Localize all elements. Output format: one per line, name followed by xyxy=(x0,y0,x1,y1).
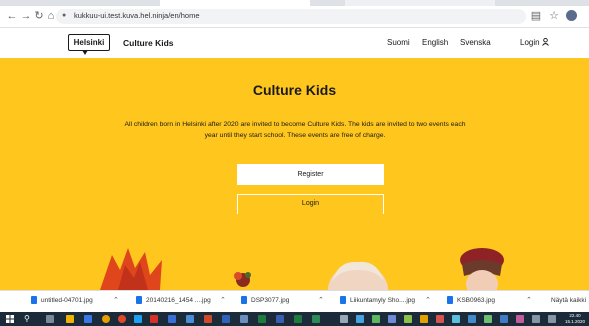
taskbar-clock[interactable]: 22.40 15.1.2020 xyxy=(565,313,585,324)
app-icon[interactable] xyxy=(276,315,284,323)
tray-icon[interactable] xyxy=(452,315,460,323)
firefox-icon[interactable] xyxy=(118,315,126,323)
outlook-icon[interactable] xyxy=(222,315,230,323)
star-icon[interactable]: ☆ xyxy=(548,10,560,22)
tray-icon[interactable] xyxy=(516,315,524,323)
lang-english[interactable]: English xyxy=(422,38,448,48)
lang-svenska[interactable]: Svenska xyxy=(460,38,491,48)
tray-icon[interactable] xyxy=(340,315,348,323)
child-with-hat-photo xyxy=(460,248,504,290)
login-link-label: Login xyxy=(520,38,542,47)
tray-icon[interactable] xyxy=(420,315,428,323)
app-icon[interactable] xyxy=(134,315,142,323)
hero-title: Culture Kids xyxy=(252,82,337,98)
flower-image xyxy=(100,248,162,290)
download-item[interactable]: Liikuntamyly Sho....jpg xyxy=(350,296,415,306)
show-all-downloads[interactable]: Näytä kaikki xyxy=(551,296,586,306)
app-icon[interactable] xyxy=(150,315,158,323)
app-icon[interactable] xyxy=(186,315,194,323)
hero-description: All children born in Helsinki after 2020… xyxy=(124,121,466,139)
file-explorer-icon[interactable] xyxy=(66,315,74,323)
download-item[interactable]: KSB0963.jpg xyxy=(457,296,495,306)
windows-start-icon[interactable] xyxy=(6,315,14,323)
reader-icon[interactable]: ▤ xyxy=(530,10,542,22)
site-title[interactable]: Culture Kids xyxy=(123,38,174,48)
clock-date: 15.1.2020 xyxy=(565,318,586,324)
chevron-up-icon[interactable]: ⌃ xyxy=(425,296,431,306)
lang-suomi[interactable]: Suomi xyxy=(387,38,410,48)
user-icon xyxy=(541,37,549,46)
download-item[interactable]: DSP3077.jpg xyxy=(251,296,289,306)
tray-icon[interactable] xyxy=(388,315,396,323)
app-icon[interactable] xyxy=(240,315,248,323)
back-arrow-icon[interactable]: ← xyxy=(6,10,18,22)
tray-icon[interactable] xyxy=(372,315,380,323)
app-icon[interactable] xyxy=(312,315,320,323)
chevron-up-icon[interactable]: ⌃ xyxy=(220,296,226,306)
file-icon xyxy=(340,296,346,304)
file-icon xyxy=(136,296,142,304)
download-item[interactable]: untitled-04701.jpg xyxy=(41,296,93,306)
small-flower-image xyxy=(234,272,251,287)
word-icon[interactable] xyxy=(168,315,176,323)
chrome-icon[interactable] xyxy=(102,315,110,323)
child-photo xyxy=(328,261,388,290)
file-icon xyxy=(31,296,37,304)
register-button[interactable]: Register xyxy=(237,164,384,185)
tray-icon[interactable] xyxy=(404,315,412,323)
download-item[interactable]: 20140216_1454 ....jpg xyxy=(146,296,211,306)
chevron-up-icon[interactable]: ⌃ xyxy=(113,296,119,306)
mail-icon[interactable] xyxy=(84,315,92,323)
login-button[interactable]: Login xyxy=(237,194,384,214)
tray-icon[interactable] xyxy=(468,315,476,323)
login-link[interactable]: Login xyxy=(520,37,549,48)
excel-icon[interactable] xyxy=(258,315,266,323)
file-icon xyxy=(447,296,453,304)
chevron-up-icon[interactable]: ⌃ xyxy=(526,296,532,306)
tray-icon[interactable] xyxy=(484,315,492,323)
network-icon[interactable] xyxy=(548,315,556,323)
url-text[interactable]: kukkuu-ui.test.kuva.hel.ninja/en/home xyxy=(74,10,200,22)
task-view-icon[interactable] xyxy=(46,315,54,323)
speaker-icon[interactable] xyxy=(532,315,540,323)
tray-icon[interactable] xyxy=(356,315,364,323)
profile-icon[interactable] xyxy=(566,10,577,21)
lock-icon[interactable]: ● xyxy=(62,11,68,20)
search-icon[interactable]: ⚲ xyxy=(24,314,30,324)
logo-tail-icon xyxy=(82,50,88,55)
excel-icon[interactable] xyxy=(294,315,302,323)
helsinki-logo[interactable]: Helsinki xyxy=(68,34,110,51)
tray-icon[interactable] xyxy=(436,315,444,323)
powerpoint-icon[interactable] xyxy=(204,315,212,323)
reload-icon[interactable]: ↻ xyxy=(33,10,45,22)
chevron-up-icon[interactable]: ⌃ xyxy=(318,296,324,306)
file-icon xyxy=(241,296,247,304)
tray-icon[interactable] xyxy=(500,315,508,323)
forward-arrow-icon[interactable]: → xyxy=(20,10,32,22)
